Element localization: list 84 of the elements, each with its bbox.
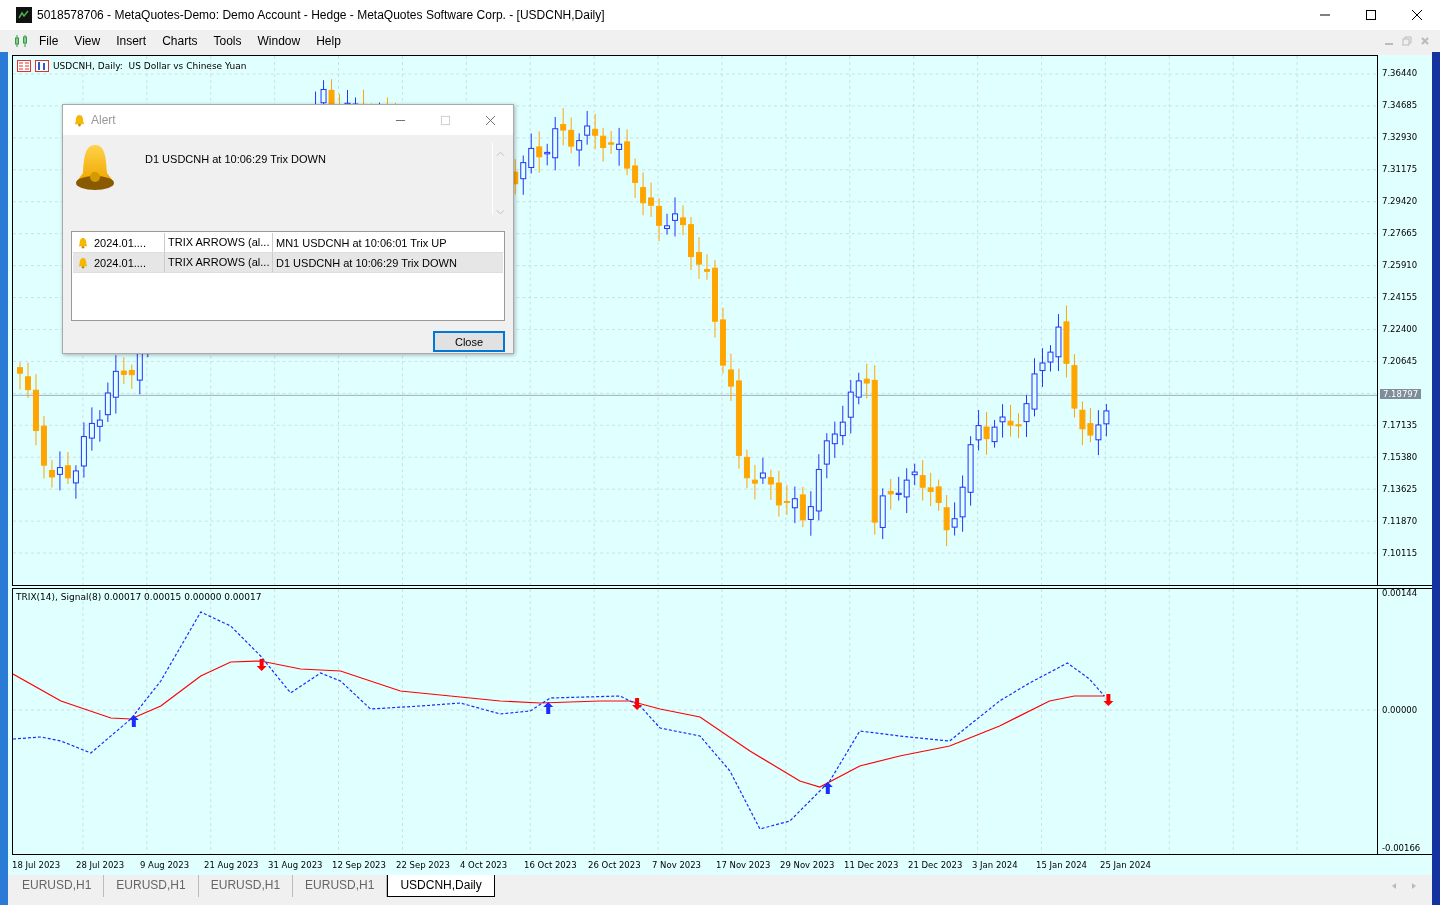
indicator-label: TRIX(14), Signal(8) 0.00017 0.00015 0.00000 0.00017	[16, 592, 262, 602]
price-axis-label: 7.32930	[1381, 131, 1419, 144]
bell-icon	[75, 143, 115, 191]
time-axis-label: 29 Nov 2023	[780, 860, 836, 870]
price-axis-label: 7.20645	[1381, 355, 1419, 368]
alert-message: D1 USDCNH at 10:06:29 Trix DOWN	[145, 152, 326, 167]
dialog-title: Alert	[91, 113, 116, 127]
maximize-icon[interactable]	[1365, 9, 1377, 21]
menu-item[interactable]: Insert	[111, 34, 158, 48]
chart-tab[interactable]: EURUSD,H1	[104, 875, 199, 897]
time-axis-label: 7 Nov 2023	[652, 860, 703, 870]
candlestick-icon	[14, 34, 28, 48]
scroll-up-icon[interactable]	[495, 151, 505, 157]
time-axis-label: 28 Jul 2023	[76, 860, 126, 870]
window-title: 5018578706 - MetaQuotes-Demo: Demo Account - Hedge - MetaQuotes Software Corp. - [USDCNH,Daily]	[37, 8, 605, 22]
price-axis-label: 7.25910	[1381, 259, 1419, 272]
time-axis-label: 15 Jan 2024	[1036, 860, 1088, 870]
down-arrow-icon	[632, 698, 643, 710]
chart-window-icon[interactable]	[35, 60, 49, 72]
alert-row-message: D1 USDCNH at 10:06:29 Trix DOWN	[275, 256, 457, 269]
time-axis-label: 16 Oct 2023	[524, 860, 578, 870]
menu-item[interactable]: Charts	[157, 34, 209, 48]
time-axis-label: 21 Aug 2023	[204, 860, 260, 870]
scrollbar[interactable]	[492, 143, 507, 215]
price-axis-label: 7.34685	[1381, 99, 1419, 112]
menu-item[interactable]: File	[34, 34, 70, 48]
scroll-right-icon[interactable]	[1410, 882, 1418, 890]
price-axis-label: 7.10115	[1381, 547, 1419, 560]
time-axis-label: 21 Dec 2023	[908, 860, 964, 870]
indicator-axis-label: -0.00166	[1381, 842, 1421, 854]
price-axis-label: 7.29420	[1381, 195, 1419, 208]
alert-row[interactable]: 2024.01.... TRIX ARROWS (al... D1 USDCNH at 10:06:29 Trix DOWN	[73, 253, 503, 273]
down-arrow-icon	[256, 659, 267, 671]
alert-source: TRIX ARROWS (al...	[165, 253, 273, 272]
price-axis-label: 7.24155	[1381, 291, 1419, 304]
chart-tab[interactable]: EURUSD,H1	[10, 875, 105, 897]
alert-time: 2024.01....	[94, 236, 146, 249]
menu-item[interactable]: Tools	[208, 34, 253, 48]
alert-source: TRIX ARROWS (al...	[165, 233, 273, 252]
indicator-axis-label: 0.00144	[1381, 587, 1418, 599]
menu-item[interactable]: View	[69, 34, 112, 48]
chart-symbol-label: USDCNH, Daily: US Dollar vs Chinese Yuan	[53, 61, 247, 71]
current-price-label: 7.18797	[1380, 389, 1422, 399]
restore-icon[interactable]	[1402, 36, 1412, 46]
time-axis-label: 9 Aug 2023	[140, 860, 191, 870]
price-axis-label: 7.17135	[1381, 419, 1419, 432]
app-logo-icon	[16, 7, 32, 23]
price-axis-label: 7.13625	[1381, 483, 1419, 496]
menu-item[interactable]: Window	[252, 34, 312, 48]
price-axis-label: 7.31175	[1381, 163, 1419, 176]
time-axis-label: 25 Jan 2024	[1100, 860, 1152, 870]
time-axis-label: 22 Sep 2023	[396, 860, 451, 870]
time-axis-label: 26 Oct 2023	[588, 860, 642, 870]
price-axis-label: 7.27665	[1381, 227, 1419, 240]
price-axis-label: 7.22400	[1381, 323, 1419, 336]
price-axis-label: 7.11870	[1381, 515, 1419, 528]
scroll-left-icon[interactable]	[1390, 882, 1398, 890]
list-icon[interactable]	[17, 60, 31, 72]
up-arrow-icon	[822, 782, 833, 794]
price-axis-label: 7.15380	[1381, 451, 1419, 464]
time-axis-label: 17 Nov 2023	[716, 860, 772, 870]
time-axis-label: 12 Sep 2023	[332, 860, 387, 870]
time-axis-label: 11 Dec 2023	[844, 860, 900, 870]
time-axis-label: 3 Jan 2024	[972, 860, 1019, 870]
alert-row-message: MN1 USDCNH at 10:06:01 Trix UP	[275, 236, 447, 249]
indicator-axis-label: 0.00000	[1381, 704, 1418, 716]
up-arrow-icon	[543, 702, 554, 714]
time-axis-label: 18 Jul 2023	[12, 860, 62, 870]
menu-item[interactable]: Help	[311, 34, 352, 48]
bell-icon	[78, 256, 88, 269]
down-arrow-icon	[1103, 694, 1114, 706]
scroll-down-icon[interactable]	[495, 209, 505, 215]
chart-tab[interactable]: EURUSD,H1	[198, 875, 294, 897]
alert-time: 2024.01....	[94, 256, 146, 269]
up-arrow-icon	[128, 715, 139, 727]
chart-tab[interactable]: USDCNH,Daily	[387, 875, 495, 897]
bell-icon	[78, 236, 88, 249]
bell-icon	[74, 113, 85, 127]
time-axis-label: 31 Aug 2023	[268, 860, 324, 870]
time-axis-label: 4 Oct 2023	[460, 860, 509, 870]
price-axis-label: 7.36440	[1381, 67, 1419, 80]
maximize-icon	[440, 114, 451, 126]
close-button[interactable]: Close	[433, 331, 505, 352]
close-icon[interactable]	[1411, 9, 1423, 21]
